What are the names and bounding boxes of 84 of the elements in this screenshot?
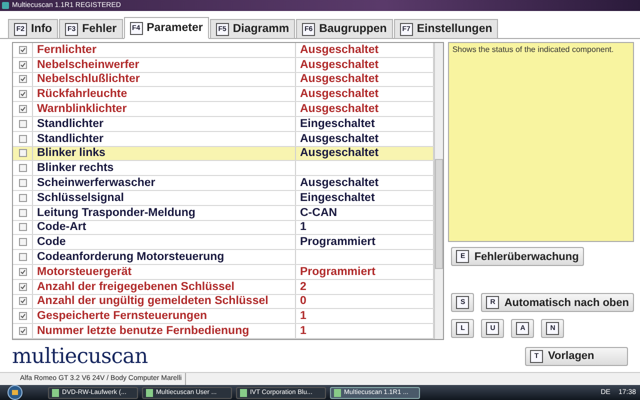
table-cell: Fernlichter xyxy=(33,43,296,57)
table-cell: Rückfahrleuchte xyxy=(33,87,296,102)
parameter-row[interactable]: Gespeicherte Fernsteuerungen 1 xyxy=(13,309,434,324)
checkbox[interactable] xyxy=(18,90,26,98)
window-icon xyxy=(146,388,153,396)
checkbox[interactable] xyxy=(18,179,26,188)
logo: multiecuscan xyxy=(12,344,148,368)
tab-label: Info xyxy=(31,23,52,35)
checkbox[interactable] xyxy=(18,238,26,246)
parameter-row[interactable]: Blinker rechts xyxy=(13,161,434,176)
window-icon xyxy=(52,388,59,396)
check-icon xyxy=(20,298,26,304)
parameter-row[interactable]: Rückfahrleuchte Ausgeschaltet xyxy=(13,87,434,102)
check-icon xyxy=(20,106,26,112)
table-cell: Nebelscheinwerfer xyxy=(33,58,296,72)
app-icon xyxy=(2,2,9,9)
parameter-row[interactable]: Motorsteuergerät Programmiert xyxy=(13,264,434,280)
parameter-row[interactable]: Warnblinklichter Ausgeschaltet xyxy=(13,102,434,117)
parameter-row[interactable]: Anzahl der freigegebenen Schlüssel 2 xyxy=(13,280,434,295)
parameter-row[interactable]: Codeanforderung Motorsteuerung xyxy=(13,250,434,265)
table-cell: Leitung Trasponder-Meldung xyxy=(33,206,296,220)
checkbox[interactable] xyxy=(18,282,26,291)
check-icon xyxy=(20,91,26,98)
checkbox[interactable] xyxy=(18,46,26,54)
checkbox[interactable] xyxy=(18,149,26,158)
checkbox[interactable] xyxy=(18,105,26,114)
table-cell: Codeanforderung Motorsteuerung xyxy=(33,250,296,264)
checkbox[interactable] xyxy=(18,268,26,276)
checkbox[interactable] xyxy=(18,253,26,262)
table-cell: Blinker links xyxy=(33,146,296,160)
parameter-row[interactable]: Code-Art 1 xyxy=(13,220,434,236)
parameter-row[interactable]: Fernlichter Ausgeschaltet xyxy=(13,43,434,58)
table-cell: Schlüsselsignal xyxy=(33,190,296,205)
checkbox[interactable] xyxy=(18,223,26,232)
parameter-row[interactable]: Nummer letzte benutze Fernbedienung 1 xyxy=(13,324,434,339)
table-cell: Standlichter xyxy=(33,116,296,131)
window-icon xyxy=(334,388,341,396)
parameter-row[interactable]: Standlichter Eingeschaltet xyxy=(13,116,434,132)
table-cell: Nummer letzte benutze Fernbedienung xyxy=(33,324,296,338)
check-icon xyxy=(20,76,26,82)
parameter-row[interactable]: Code Programmiert xyxy=(13,235,434,250)
tab-label: Diagramm xyxy=(232,23,290,35)
table-cell: Standlichter xyxy=(33,132,296,146)
checkbox[interactable] xyxy=(18,327,26,336)
window-icon xyxy=(240,388,247,396)
checkbox[interactable] xyxy=(18,194,26,202)
parameter-row[interactable]: Scheinwerferwascher Ausgeschaltet xyxy=(13,176,434,191)
tab-label: Baugruppen xyxy=(319,23,387,35)
parameter-row[interactable]: Schlüsselsignal Eingeschaltet xyxy=(13,190,434,206)
table-cell: Code-Art xyxy=(33,220,296,234)
checkbox[interactable] xyxy=(18,60,26,69)
table-cell: Anzahl der freigegebenen Schlüssel xyxy=(33,280,296,294)
check-icon xyxy=(20,284,26,290)
checkbox[interactable] xyxy=(18,75,26,84)
check-icon xyxy=(20,313,26,320)
parameter-row[interactable]: Anzahl der ungültig gemeldeten Schlüssel 0 xyxy=(13,294,434,310)
table-cell: Blinker rechts xyxy=(33,161,296,176)
checkbox[interactable] xyxy=(18,297,26,306)
tab-label: Parameter xyxy=(146,22,203,34)
parameter-row[interactable]: Leitung Trasponder-Meldung C-CAN xyxy=(13,206,434,221)
checkbox[interactable] xyxy=(18,312,26,320)
table-cell: Scheinwerferwascher xyxy=(33,176,296,190)
table-cell: Gespeicherte Fernsteuerungen xyxy=(33,309,296,324)
scrollbar[interactable] xyxy=(434,43,444,339)
table-cell: Anzahl der ungültig gemeldeten Schlüssel xyxy=(33,294,296,308)
description-text: Shows the status of the indicated component. xyxy=(452,45,614,54)
check-icon xyxy=(20,268,26,275)
parameter-row[interactable]: Blinker links Ausgeschaltet xyxy=(13,146,434,162)
table-cell: Warnblinklichter xyxy=(33,102,296,116)
parameter-row[interactable]: Nebelschlußlichter Ausgeschaltet xyxy=(13,72,434,88)
checkbox[interactable] xyxy=(18,164,26,172)
checkbox[interactable] xyxy=(18,134,26,143)
tab-label: Fehler xyxy=(82,23,117,35)
table-cell: Nebelschlußlichter xyxy=(33,72,296,86)
parameter-row[interactable]: Standlichter Ausgeschaltet xyxy=(13,132,434,147)
check-icon xyxy=(20,62,26,68)
check-icon xyxy=(20,328,26,334)
table-cell: Code xyxy=(33,235,296,250)
tab-label: Einstellungen xyxy=(416,23,492,35)
checkbox[interactable] xyxy=(18,208,26,217)
parameter-row[interactable]: Nebelscheinwerfer Ausgeschaltet xyxy=(13,58,434,73)
check-icon xyxy=(20,46,26,53)
table-cell: Motorsteuergerät xyxy=(33,264,296,279)
checkbox[interactable] xyxy=(18,120,26,128)
